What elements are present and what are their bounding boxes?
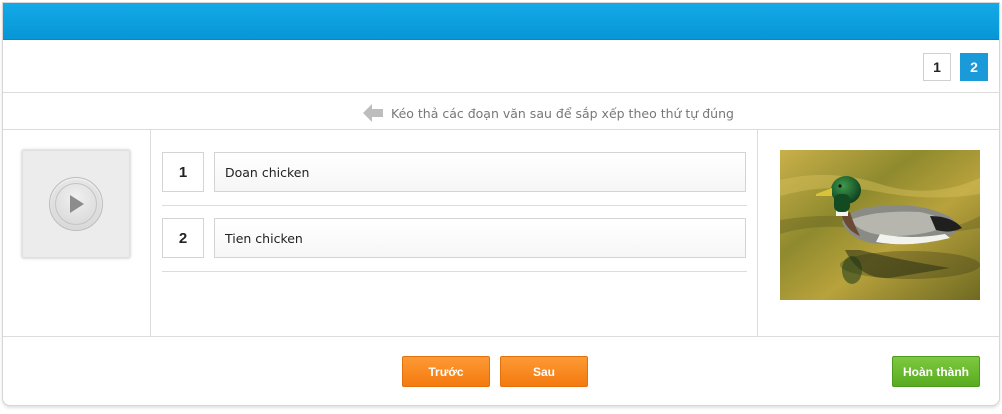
previous-button[interactable]: Trước [402,356,490,387]
play-button[interactable] [49,177,103,231]
duck-photo [780,150,980,300]
item-number: 2 [162,218,204,258]
content-area: 1 Doan chicken 2 Tien chicken [3,130,999,337]
draggable-text-item[interactable]: Tien chicken [214,218,746,258]
list-item: 2 Tien chicken [162,206,747,272]
play-button-inner [55,183,97,225]
list-item: 1 Doan chicken [162,140,747,206]
sortable-list: 1 Doan chicken 2 Tien chicken [152,130,758,336]
arrow-left-icon [363,104,383,122]
page-button-1[interactable]: 1 [923,53,951,81]
next-button[interactable]: Sau [500,356,588,387]
draggable-text-item[interactable]: Doan chicken [214,152,746,192]
finish-button[interactable]: Hoàn thành [892,356,980,387]
top-bar [3,3,999,40]
instruction-row: Kéo thả các đoạn văn sau để sắp xếp theo… [3,94,999,130]
image-column [759,130,999,336]
footer: Trước Sau Hoàn thành [3,338,999,405]
media-player[interactable] [22,150,130,258]
pager-row: 1 2 [3,40,999,93]
quiz-frame: 1 2 Kéo thả các đoạn văn sau để sắp xếp … [2,2,1000,406]
page-button-2[interactable]: 2 [960,53,988,81]
instruction: Kéo thả các đoạn văn sau để sắp xếp theo… [363,103,734,123]
instruction-text: Kéo thả các đoạn văn sau để sắp xếp theo… [391,105,734,121]
media-column [3,130,151,336]
play-icon [70,195,84,213]
item-number: 1 [162,152,204,192]
